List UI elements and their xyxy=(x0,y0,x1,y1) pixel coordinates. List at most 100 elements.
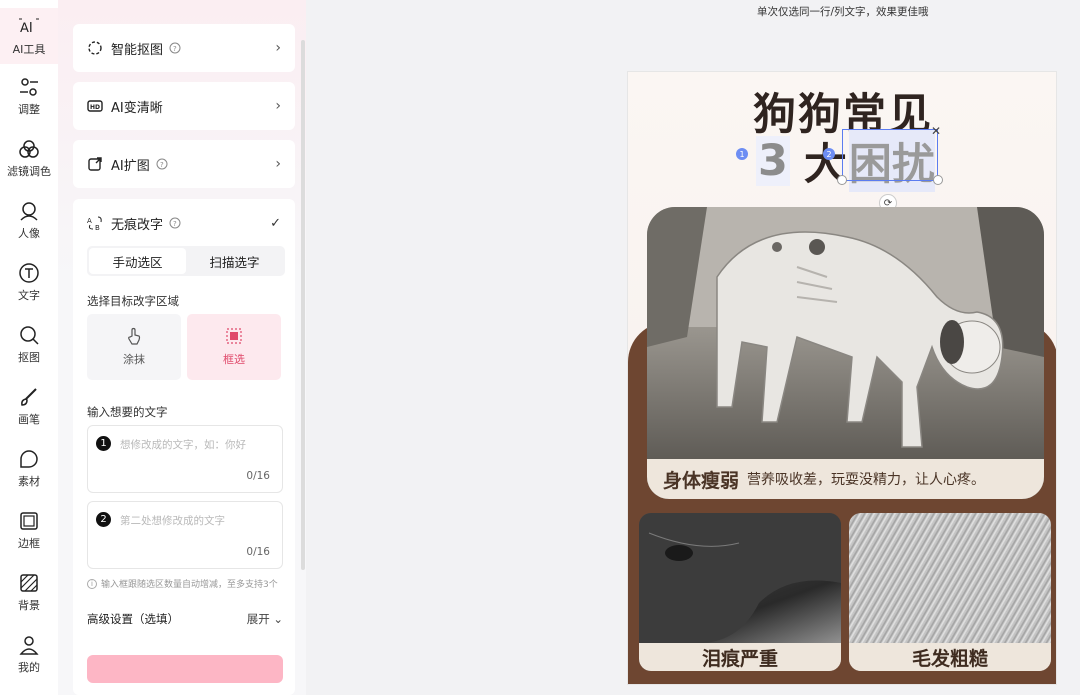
advanced-settings-row[interactable]: 高级设置（选填） 展开 ⌄ xyxy=(87,611,283,627)
selection-badge-2: 2 xyxy=(823,148,835,160)
box-select-icon xyxy=(226,328,242,344)
resize-handle[interactable] xyxy=(837,175,847,185)
option-label: 涂抹 xyxy=(123,353,145,366)
svg-text:ꓮI: ꓮI xyxy=(20,21,33,36)
caption-main-bold[interactable]: 身体瘦弱 xyxy=(663,466,739,493)
caption-tear-stains[interactable]: 泪痕严重 xyxy=(639,643,841,671)
selection-badge-1: 1 xyxy=(736,148,748,160)
selection-tip: 单次仅选同一行/列文字，效果更佳哦 xyxy=(757,6,929,18)
apply-button[interactable] xyxy=(87,655,283,683)
rail-label: 调整 xyxy=(18,102,40,116)
tab-manual-select[interactable]: 手动选区 xyxy=(89,248,186,274)
rail-item-adjust[interactable]: 调整 xyxy=(0,68,58,124)
selection-mode-tabs: 手动选区 扫描选字 xyxy=(87,246,285,276)
svg-text:?: ? xyxy=(160,161,164,169)
tool-card-smart-cutout[interactable]: 智能抠图 ? › xyxy=(73,24,295,72)
tool-label: AI扩图 xyxy=(111,158,150,174)
tool-label: 智能抠图 xyxy=(111,42,164,58)
ai-icon: ꓮI xyxy=(19,18,39,36)
replace-text-field-2[interactable]: 2 第二处想修改成的文字 0/16 xyxy=(87,501,283,569)
rail-label: 背景 xyxy=(18,598,40,612)
svg-text:B: B xyxy=(95,224,100,231)
caption-main-text[interactable]: 营养吸收差，玩耍没精力，让人心疼。 xyxy=(747,469,985,489)
rail-item-filter[interactable]: 滤镜调色 xyxy=(0,130,58,186)
rail-label: 抠图 xyxy=(18,350,40,364)
tool-card-ai-expand[interactable]: AI扩图 ? › xyxy=(73,140,295,188)
resize-handle[interactable] xyxy=(933,175,943,185)
advanced-label: 高级设置（选填） xyxy=(87,612,179,626)
field-placeholder: 想修改成的文字，如：你好 xyxy=(120,439,246,451)
help-icon[interactable]: ? xyxy=(169,217,181,229)
replace-text-field-1[interactable]: 1 想修改成的文字，如：你好 0/16 xyxy=(87,425,283,493)
brush-icon xyxy=(21,387,37,406)
advanced-toggle[interactable]: 展开 ⌄ xyxy=(247,611,283,627)
rail-label: 文字 xyxy=(18,288,40,302)
sticker-icon xyxy=(20,449,38,468)
rail-label: 人像 xyxy=(18,226,40,240)
chevron-down-icon: ⌄ xyxy=(273,612,283,626)
dog-face-illustration xyxy=(639,513,841,643)
hd-icon: HD xyxy=(87,100,103,112)
field-number-badge: 1 xyxy=(96,436,111,451)
rail-item-sticker[interactable]: 素材 xyxy=(0,440,58,496)
panel-scrollbar[interactable] xyxy=(301,40,305,570)
char-counter: 0/16 xyxy=(246,470,270,482)
info-icon: i xyxy=(87,578,97,589)
dog-photo-main xyxy=(647,207,1044,499)
rail-item-frame[interactable]: 边框 xyxy=(0,502,58,558)
option-smear[interactable]: 涂抹 xyxy=(87,314,181,380)
help-icon[interactable]: ? xyxy=(169,42,181,54)
chevron-right-icon: › xyxy=(275,156,281,172)
option-label: 框选 xyxy=(223,353,245,366)
svg-text:HD: HD xyxy=(90,104,100,111)
close-icon[interactable]: ✕ xyxy=(931,124,941,138)
field-number-badge: 2 xyxy=(96,512,111,527)
frame-icon xyxy=(20,511,38,530)
tool-card-ai-sharpen[interactable]: HD AI变清晰 › xyxy=(73,82,295,130)
text-replace-icon: AB xyxy=(87,216,102,231)
portrait-icon xyxy=(20,201,38,221)
dog-illustration xyxy=(647,207,1044,499)
tool-label: 无痕改字 xyxy=(111,217,164,233)
poster-canvas[interactable]: 狗狗常见 3 大 困扰 1 2 ✕ ⟳ 身体瘦弱 营养吸收差，玩耍没精力，让人心… xyxy=(627,71,1057,685)
chevron-right-icon: › xyxy=(275,98,281,114)
photo-tear-stains: 泪痕严重 xyxy=(639,513,841,671)
tool-label: AI变清晰 xyxy=(111,100,163,116)
help-icon[interactable]: ? xyxy=(156,158,168,170)
rail-item-cutout[interactable]: 抠图 xyxy=(0,316,58,372)
hand-pointer-icon xyxy=(128,327,141,345)
cutout-icon xyxy=(88,41,102,55)
field-placeholder: 第二处想修改成的文字 xyxy=(120,515,225,527)
rail-item-background[interactable]: 背景 xyxy=(0,564,58,620)
svg-text:?: ? xyxy=(173,220,177,228)
rail-item-brush[interactable]: 画笔 xyxy=(0,378,58,434)
user-icon xyxy=(19,635,39,655)
text-selection-box[interactable] xyxy=(842,129,938,181)
caption-main[interactable]: 身体瘦弱 营养吸收差，玩耍没精力，让人心疼。 xyxy=(647,459,1044,499)
rail-label: 我的 xyxy=(18,660,40,674)
rail-label: AI工具 xyxy=(12,42,46,56)
option-box-select[interactable]: 框选 xyxy=(187,314,281,380)
select-area-label: 选择目标改字区域 xyxy=(87,294,179,308)
expand-icon xyxy=(88,157,102,171)
check-icon: ✓ xyxy=(270,215,281,231)
title-number[interactable]: 3 xyxy=(756,136,790,186)
rail-item-mine[interactable]: 我的 xyxy=(0,626,58,682)
photo-rough-fur: 毛发粗糙 xyxy=(849,513,1051,671)
cutout-icon xyxy=(20,325,39,345)
rail-item-portrait[interactable]: 人像 xyxy=(0,192,58,248)
background-icon xyxy=(20,573,38,592)
rail-item-text[interactable]: 文字 xyxy=(0,254,58,310)
filter-icon xyxy=(19,139,39,158)
rail-label: 画笔 xyxy=(18,412,40,426)
seamless-text-header[interactable]: AB 无痕改字 ? ✓ xyxy=(73,199,295,247)
svg-text:?: ? xyxy=(173,45,177,53)
rail-label: 素材 xyxy=(18,474,40,488)
caption-rough-fur[interactable]: 毛发粗糙 xyxy=(849,643,1051,671)
adjust-icon xyxy=(20,77,38,96)
rail-item-ai-tools[interactable]: ꓮI AI工具 xyxy=(0,8,58,64)
char-counter: 0/16 xyxy=(246,546,270,558)
rail-label: 边框 xyxy=(18,536,40,550)
input-text-label: 输入想要的文字 xyxy=(87,405,168,419)
tab-scan-select[interactable]: 扫描选字 xyxy=(186,248,283,274)
